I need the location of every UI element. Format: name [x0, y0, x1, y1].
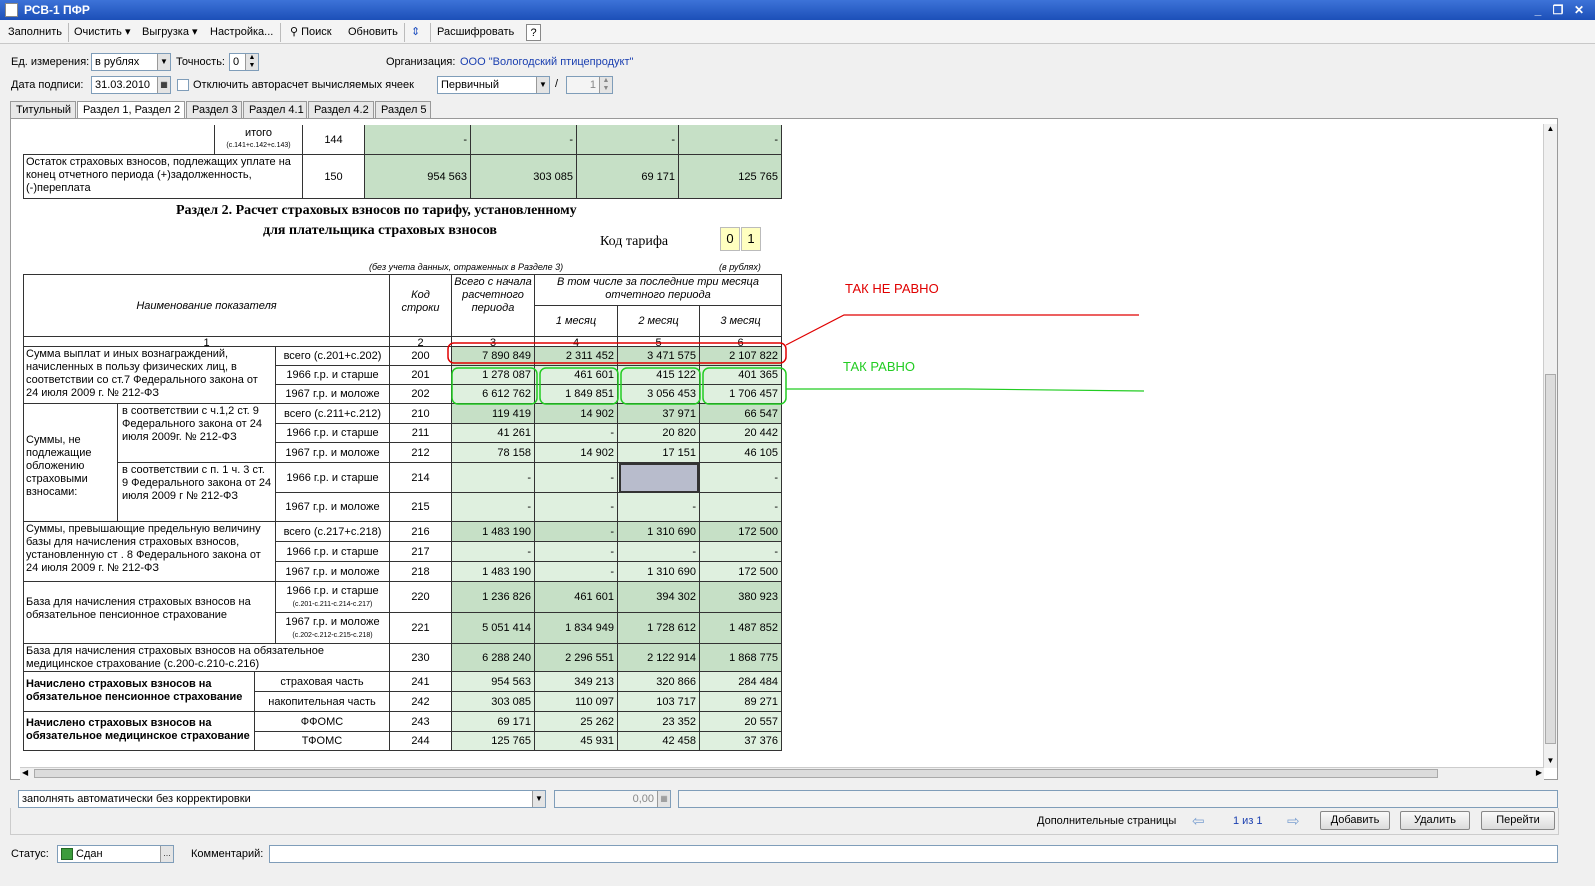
- org-link[interactable]: ООО "Вологодский птицепродукт": [460, 56, 633, 68]
- close-button[interactable]: ✕: [1571, 2, 1587, 18]
- date-label: Дата подписи:: [11, 79, 84, 91]
- horizontal-scroll-thumb: [34, 769, 1438, 778]
- calendar-icon: ▦: [157, 77, 170, 93]
- calculator-icon: ▦: [657, 791, 670, 807]
- vertical-scrollbar[interactable]: ▲ ▼: [1543, 124, 1557, 768]
- precision-label: Точность:: [176, 56, 225, 68]
- clear-menu[interactable]: Очистить ▾: [74, 24, 130, 41]
- green-outline-4: [702, 367, 787, 405]
- export-menu[interactable]: Выгрузка ▾: [142, 24, 198, 41]
- green-outline-1: [451, 367, 538, 405]
- chevron-down-icon: ▼: [532, 791, 545, 807]
- not-equal-annotation: ТАК НЕ РАВНО: [845, 281, 939, 296]
- minimize-button[interactable]: _: [1530, 2, 1546, 18]
- fill-mode-select[interactable]: заполнять автоматически без корректировк…: [18, 790, 546, 808]
- tab-section-4-1[interactable]: Раздел 4.1: [243, 101, 307, 118]
- tab-section-3[interactable]: Раздел 3: [186, 101, 242, 118]
- restore-button[interactable]: ❐: [1550, 2, 1566, 18]
- extra-pages-label: Дополнительные страницы: [1037, 815, 1177, 827]
- fill-button[interactable]: Заполнить: [8, 24, 62, 41]
- autocalc-checkbox[interactable]: [177, 79, 189, 91]
- next-page-icon[interactable]: ⇨: [1287, 812, 1300, 830]
- report-table: итого (с.141+с.142+с.143) 144 - - - - Ост…: [11, 119, 1557, 779]
- precision-stepper[interactable]: 0 ▲ ▼: [229, 53, 259, 71]
- green-outline-3: [620, 367, 701, 405]
- tab-section-5[interactable]: Раздел 5: [375, 101, 431, 118]
- comment-field[interactable]: [269, 845, 1558, 863]
- red-pointer-line: [785, 314, 1139, 346]
- page-counter: 1 из 1: [1233, 815, 1263, 827]
- vertical-scroll-thumb: [1545, 374, 1556, 744]
- chevron-down-icon: ▼: [536, 77, 549, 93]
- scroll-up-icon: ▲: [1546, 124, 1555, 133]
- add-page-button[interactable]: Добавить: [1320, 811, 1390, 830]
- red-outline: [447, 342, 787, 364]
- go-page-button[interactable]: Перейти: [1481, 811, 1555, 830]
- window-title: РСВ-1 ПФР: [24, 3, 90, 17]
- tab-section-4-2[interactable]: Раздел 4.2: [308, 101, 374, 118]
- search-button[interactable]: ⚲ Поиск: [290, 24, 332, 41]
- settings-button[interactable]: Настройка...: [210, 24, 273, 41]
- annotation-overlay: [447, 314, 1145, 405]
- unit-label: Ед. измерения:: [11, 56, 90, 68]
- scroll-right-icon: ▶: [1535, 768, 1542, 777]
- info-field: [678, 790, 1558, 808]
- amount-field[interactable]: 0,00 ▦: [554, 790, 671, 808]
- scroll-left-icon: ◀: [22, 768, 29, 777]
- up-down-icon[interactable]: ⇕: [411, 24, 420, 41]
- horizontal-scrollbar[interactable]: ◀ ▶: [20, 767, 1544, 780]
- status-icon: [61, 848, 73, 860]
- date-field[interactable]: 31.03.2010 ▦: [91, 76, 171, 94]
- decode-button[interactable]: Расшифровать: [437, 24, 514, 41]
- stepper-icon: ▲ ▼: [599, 77, 612, 93]
- select-dots-icon: …: [160, 846, 173, 862]
- prev-page-icon[interactable]: ⇦: [1192, 812, 1205, 830]
- tab-section-1-2[interactable]: Раздел 1, Раздел 2: [77, 101, 185, 119]
- status-field[interactable]: Сдан…: [57, 845, 174, 863]
- spreadsheet[interactable]: итого (с.141+с.142+с.143) 144 - - - - Ост…: [10, 118, 1558, 780]
- org-label: Организация:: [386, 56, 456, 68]
- binoculars-icon: ⚲: [290, 26, 299, 38]
- scroll-down-icon: ▼: [1546, 756, 1555, 765]
- toolbar: Заполнить Очистить ▾ Выгрузка ▾ Настройк…: [0, 20, 1595, 44]
- equal-annotation: ТАК РАВНО: [843, 359, 916, 374]
- app-window: РСВ-1 ПФР _ ❐ ✕ Заполнить Очистить ▾ Выг…: [0, 0, 1595, 886]
- help-button[interactable]: ?: [526, 24, 541, 41]
- green-pointer-line: [786, 388, 1145, 392]
- refresh-button[interactable]: Обновить: [348, 24, 398, 41]
- slash-separator: /: [555, 78, 559, 90]
- correction-number-field[interactable]: 1 ▲ ▼: [566, 76, 613, 94]
- report-type-select[interactable]: Первичный ▼: [437, 76, 550, 94]
- title-bar: РСВ-1 ПФР _ ❐ ✕: [0, 0, 1595, 20]
- status-label: Статус:: [11, 848, 49, 860]
- comment-label: Комментарий:: [191, 848, 264, 860]
- autocalc-label: Отключить авторасчет вычисляемых ячеек: [193, 79, 414, 91]
- chevron-down-icon: ▼: [157, 54, 170, 70]
- green-outline-2: [539, 367, 619, 405]
- tab-title[interactable]: Титульный: [10, 101, 76, 118]
- stepper-icon: ▲ ▼: [245, 54, 258, 70]
- delete-page-button[interactable]: Удалить: [1400, 811, 1470, 830]
- unit-select[interactable]: в рублях ▼: [91, 53, 171, 71]
- document-icon: [5, 3, 18, 17]
